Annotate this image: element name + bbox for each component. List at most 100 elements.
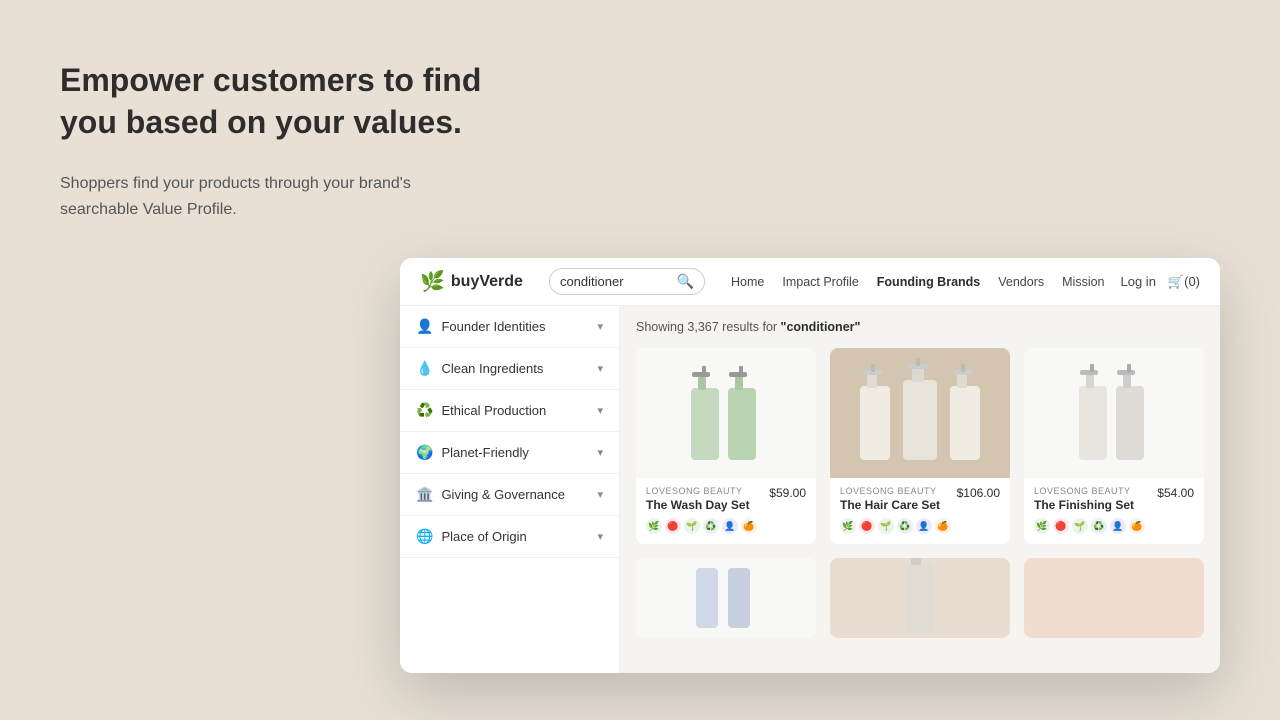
ethical-production-icon: ♻️ [416, 402, 433, 419]
product-badges-1: 🌿 🔴 🌱 ♻️ 👤 🍊 [646, 518, 806, 534]
results-header: Showing 3,367 results for "conditioner" [636, 320, 1204, 334]
sidebar-section-ethical[interactable]: ♻️ Ethical Production ▾ [400, 390, 619, 432]
sidebar-section-founder[interactable]: 👤 Founder Identities ▾ [400, 306, 619, 348]
product-card-6[interactable] [1024, 558, 1204, 638]
product-info-2: LOVESONG BEAUTY The Hair Care Set $106.0… [830, 478, 1010, 544]
founder-identities-icon: 👤 [416, 318, 433, 335]
badge-1: 🌿 [646, 518, 662, 534]
nav-link-vendors[interactable]: Vendors [998, 275, 1044, 289]
chevron-down-icon: ▾ [597, 404, 603, 417]
product-name-2: The Hair Care Set [840, 498, 940, 512]
logo-leaf-icon: 🌿 [420, 269, 445, 294]
brand-name-2: LOVESONG BEAUTY [840, 486, 940, 496]
product-card-4[interactable] [636, 558, 816, 638]
chevron-down-icon: ▾ [597, 320, 603, 333]
product-info-1: LOVESONG BEAUTY The Wash Day Set $59.00 … [636, 478, 816, 544]
badge-2: 🔴 [665, 518, 681, 534]
chevron-down-icon: ▾ [597, 446, 603, 459]
place-origin-icon: 🌐 [416, 528, 433, 545]
brand-name-1: LOVESONG BEAUTY [646, 486, 750, 496]
product-image-2 [830, 348, 1010, 478]
results-prefix: Showing 3,367 results for [636, 320, 781, 334]
badge-6: 🍊 [1129, 518, 1145, 534]
nav-links: Home Impact Profile Founding Brands Vend… [731, 275, 1104, 289]
planet-friendly-label: Planet-Friendly [441, 445, 528, 460]
nav-link-home[interactable]: Home [731, 275, 764, 289]
product-svg-5 [880, 558, 960, 638]
badge-6: 🍊 [935, 518, 951, 534]
sidebar: Filtered By Clear all 👤 Women-Owned ✕ 🌿 … [400, 306, 620, 673]
founder-identities-label: Founder Identities [441, 319, 545, 334]
governance-label: Giving & Governance [441, 487, 565, 502]
product-card-1[interactable]: LOVESONG BEAUTY The Wash Day Set $59.00 … [636, 348, 816, 544]
logo-area: 🌿 buyVerde [420, 269, 523, 294]
badge-3: 🌱 [878, 518, 894, 534]
chevron-down-icon: ▾ [597, 530, 603, 543]
badge-2: 🔴 [1053, 518, 1069, 534]
badge-3: 🌱 [684, 518, 700, 534]
badge-1: 🌿 [840, 518, 856, 534]
nav-link-founding[interactable]: Founding Brands [877, 275, 980, 289]
product-image-3 [1024, 348, 1204, 478]
product-info-3: LOVESONG BEAUTY The Finishing Set $54.00… [1024, 478, 1204, 544]
nav-link-impact[interactable]: Impact Profile [782, 275, 858, 289]
product-bottles-svg-1 [676, 358, 776, 468]
nav-link-mission[interactable]: Mission [1062, 275, 1104, 289]
clean-ingredients-label: Clean Ingredients [441, 361, 543, 376]
product-image-4 [636, 558, 816, 638]
headline: Empower customers to find you based on y… [60, 60, 490, 143]
badge-6: 🍊 [741, 518, 757, 534]
clean-ingredients-icon: 💧 [416, 360, 433, 377]
brand-name-3: LOVESONG BEAUTY [1034, 486, 1134, 496]
product-badges-3: 🌿 🔴 🌱 ♻️ 👤 🍊 [1034, 518, 1194, 534]
badge-3: 🌱 [1072, 518, 1088, 534]
product-price-3: $54.00 [1157, 486, 1194, 500]
product-svg-4 [686, 558, 766, 638]
badge-5: 👤 [916, 518, 932, 534]
badge-2: 🔴 [859, 518, 875, 534]
governance-icon: 🏛️ [416, 486, 433, 503]
search-term: "conditioner" [781, 320, 861, 334]
product-card-3[interactable]: LOVESONG BEAUTY The Finishing Set $54.00… [1024, 348, 1204, 544]
product-badges-2: 🌿 🔴 🌱 ♻️ 👤 🍊 [840, 518, 1000, 534]
nav-bar: 🌿 buyVerde 🔍 Home Impact Profile Foundin… [400, 258, 1220, 306]
login-link[interactable]: Log in [1121, 274, 1156, 289]
product-image-5 [830, 558, 1010, 638]
cart-icon[interactable]: 🛒(0) [1168, 274, 1200, 290]
product-name-1: The Wash Day Set [646, 498, 750, 512]
product-price-2: $106.00 [957, 486, 1000, 500]
search-bar[interactable]: 🔍 [549, 268, 705, 295]
product-card-5[interactable] [830, 558, 1010, 638]
sidebar-section-planet[interactable]: 🌍 Planet-Friendly ▾ [400, 432, 619, 474]
subtext: Shoppers find your products through your… [60, 171, 490, 222]
product-bottles-svg-3 [1064, 358, 1164, 468]
nav-right: Log in 🛒(0) [1121, 274, 1201, 290]
badge-4: ♻️ [897, 518, 913, 534]
sidebar-section-governance[interactable]: 🏛️ Giving & Governance ▾ [400, 474, 619, 516]
sidebar-section-clean[interactable]: 💧 Clean Ingredients ▾ [400, 348, 619, 390]
product-price-1: $59.00 [769, 486, 806, 500]
chevron-down-icon: ▾ [597, 488, 603, 501]
browser-window: 🌿 buyVerde 🔍 Home Impact Profile Foundin… [400, 258, 1220, 673]
product-card-2[interactable]: LOVESONG BEAUTY The Hair Care Set $106.0… [830, 348, 1010, 544]
product-grid: LOVESONG BEAUTY The Wash Day Set $59.00 … [636, 348, 1204, 638]
search-input[interactable] [560, 274, 677, 289]
product-area: Showing 3,367 results for "conditioner" [620, 306, 1220, 673]
badge-1: 🌿 [1034, 518, 1050, 534]
left-content-area: Empower customers to find you based on y… [60, 60, 490, 222]
product-image-1 [636, 348, 816, 478]
badge-5: 👤 [722, 518, 738, 534]
product-bottles-svg-2 [855, 358, 985, 468]
product-name-3: The Finishing Set [1034, 498, 1134, 512]
search-icon: 🔍 [677, 273, 694, 290]
chevron-down-icon: ▾ [597, 362, 603, 375]
planet-friendly-icon: 🌍 [416, 444, 433, 461]
sidebar-section-origin[interactable]: 🌐 Place of Origin ▾ [400, 516, 619, 558]
logo-text[interactable]: buyVerde [451, 273, 523, 291]
main-content: Filtered By Clear all 👤 Women-Owned ✕ 🌿 … [400, 306, 1220, 673]
badge-4: ♻️ [1091, 518, 1107, 534]
product-image-6 [1024, 558, 1204, 638]
origin-label: Place of Origin [441, 529, 526, 544]
badge-5: 👤 [1110, 518, 1126, 534]
ethical-production-label: Ethical Production [441, 403, 546, 418]
